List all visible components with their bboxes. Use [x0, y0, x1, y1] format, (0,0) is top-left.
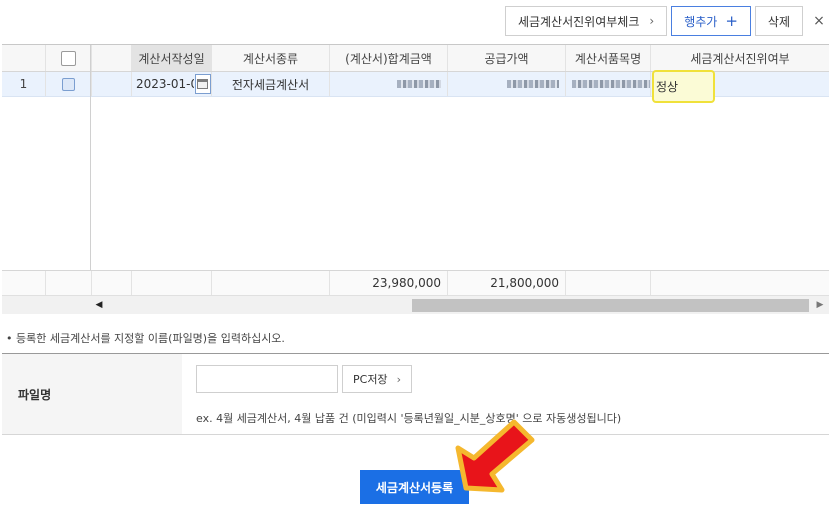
summary-spacer [566, 271, 651, 295]
summary-spacer [212, 271, 330, 295]
pc-save-label: PC저장 [353, 373, 388, 386]
filename-instruction: • 등록한 세금계산서를 지정할 이름(파일명)을 입력하십시오. [6, 332, 285, 345]
scroll-right-icon[interactable]: ▶ [813, 298, 827, 312]
row-issue-date-cell[interactable]: 2023-01-06 [132, 72, 212, 96]
row-spacer [92, 72, 132, 96]
row-checkbox[interactable] [62, 77, 75, 91]
pointer-arrow-icon [455, 419, 535, 493]
verification-status: 정상 [656, 80, 679, 94]
calendar-icon [197, 79, 209, 89]
pc-save-button[interactable]: PC저장 › [342, 365, 412, 393]
chevron-right-icon: › [649, 14, 655, 28]
row-invoice-type[interactable]: 전자세금계산서 [212, 72, 330, 96]
grid-summary-row: 23,980,000 21,800,000 [2, 270, 829, 295]
masked-value [397, 80, 441, 88]
delete-button[interactable]: 삭제 [754, 6, 803, 36]
summary-total-amount: 23,980,000 [330, 271, 448, 295]
summary-spacer [132, 271, 212, 295]
header-spacer [92, 45, 132, 71]
add-row-label: 행추가 [684, 14, 718, 29]
masked-value [572, 80, 650, 88]
row-number: 1 [2, 72, 46, 96]
summary-spacer [46, 271, 92, 295]
plus-icon: + [725, 11, 738, 30]
summary-spacer [651, 271, 829, 295]
header-total-amount[interactable]: (계산서)합계금액 [330, 45, 448, 71]
select-all-checkbox[interactable] [61, 50, 76, 66]
row-total-amount[interactable] [330, 72, 448, 96]
frozen-column-divider [90, 45, 91, 295]
close-icon[interactable]: × [807, 6, 831, 36]
row-item-name[interactable] [566, 72, 651, 96]
verification-status-highlight[interactable]: 정상 [652, 70, 715, 103]
header-invoice-type[interactable]: 계산서종류 [212, 45, 330, 71]
delete-label: 삭제 [767, 14, 790, 29]
verify-button-label: 세금계산서진위여부체크 [517, 14, 640, 29]
verify-tax-invoice-button[interactable]: 세금계산서진위여부체크 › [504, 6, 668, 36]
horizontal-scrollbar[interactable]: ◀ ▶ [2, 295, 829, 314]
header-verification[interactable]: 세금계산서진위여부 [651, 45, 829, 71]
header-select-all[interactable] [46, 45, 92, 71]
masked-value [507, 80, 559, 88]
header-row-number [2, 45, 46, 71]
summary-supply-amount: 21,800,000 [448, 271, 566, 295]
filename-label: 파일명 [2, 354, 182, 434]
grid-header: 계산서작성일 계산서종류 (계산서)합계금액 공급가액 계산서품목명 세금계산서… [2, 45, 829, 72]
filename-form: 파일명 PC저장 › ex. 4월 세금계산서, 4월 납품 건 (미입력시 '… [2, 353, 829, 435]
grid-toolbar: 세금계산서진위여부체크 › 행추가 + 삭제 × [504, 6, 831, 36]
header-issue-date[interactable]: 계산서작성일 [132, 45, 212, 71]
header-supply-amount[interactable]: 공급가액 [448, 45, 566, 71]
calendar-button[interactable] [194, 74, 211, 94]
summary-spacer [2, 271, 46, 295]
summary-spacer [92, 271, 132, 295]
filename-input[interactable] [196, 365, 338, 393]
date-picker[interactable]: 2023-01-06 [132, 74, 211, 94]
add-row-button[interactable]: 행추가 + [671, 6, 751, 36]
chevron-right-icon: › [396, 372, 401, 386]
row-select-cell[interactable] [46, 72, 92, 96]
row-supply-amount[interactable] [448, 72, 566, 96]
scrollbar-thumb[interactable] [412, 299, 809, 312]
filename-hint: ex. 4월 세금계산서, 4월 납품 건 (미입력시 '등록년월일_시분_상호… [196, 412, 622, 425]
row-issue-date: 2023-01-06 [136, 77, 194, 91]
header-item-name[interactable]: 계산서품목명 [566, 45, 651, 71]
tax-invoice-grid: 계산서작성일 계산서종류 (계산서)합계금액 공급가액 계산서품목명 세금계산서… [2, 44, 829, 314]
scroll-left-icon[interactable]: ◀ [92, 298, 106, 312]
